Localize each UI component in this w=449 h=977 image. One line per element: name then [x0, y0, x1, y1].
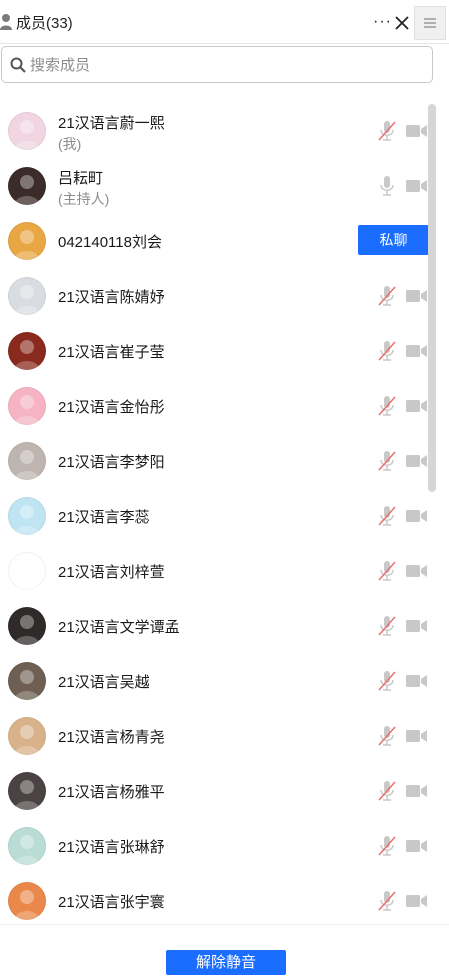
member-name: 21汉语言张琳舒 [58, 839, 165, 856]
mic-muted-icon [377, 560, 397, 582]
camera-icon [405, 618, 429, 634]
mic-muted-icon [377, 395, 397, 417]
avatar [8, 332, 46, 370]
camera-icon [405, 178, 429, 194]
mic-muted-icon [377, 835, 397, 857]
mic-muted-icon [377, 450, 397, 472]
member-name: 21汉语言陈婧妤 [58, 289, 165, 306]
menu-icon [424, 18, 436, 28]
member-name: 21汉语言杨青尧 [58, 729, 165, 746]
camera-icon [405, 508, 429, 524]
member-name: 21汉语言杨雅平 [58, 784, 165, 801]
avatar [8, 497, 46, 535]
avatar [8, 222, 46, 260]
scrollbar[interactable] [428, 104, 436, 492]
camera-icon [405, 728, 429, 744]
camera-icon [405, 673, 429, 689]
member-name: 21汉语言李梦阳 [58, 454, 165, 471]
member-row[interactable]: 吕耘町 (主持人) [0, 159, 430, 214]
camera-icon [405, 563, 429, 579]
avatar [8, 827, 46, 865]
avatar [8, 772, 46, 810]
camera-icon [405, 893, 429, 909]
member-row[interactable]: 21汉语言杨雅平 [0, 764, 430, 819]
member-role: (我) [58, 136, 82, 152]
mic-muted-icon [377, 615, 397, 637]
camera-icon [405, 398, 429, 414]
member-row[interactable]: 21汉语言吴越 [0, 654, 430, 709]
avatar [8, 112, 46, 150]
avatar [8, 662, 46, 700]
camera-icon [405, 123, 429, 139]
footer-bar: 解除静音 [0, 924, 449, 977]
camera-icon [405, 838, 429, 854]
member-row[interactable]: 042140118刘会 私聊 [0, 214, 430, 269]
member-name: 21汉语言崔子莹 [58, 344, 165, 361]
member-row[interactable]: 21汉语言张宇寰 [0, 874, 430, 924]
camera-icon [405, 453, 429, 469]
member-name: 21汉语言吴越 [58, 674, 150, 691]
member-name: 21汉语言刘梓萱 [58, 564, 165, 581]
member-row[interactable]: 21汉语言李梦阳 [0, 434, 430, 489]
title-bar: 成员(33) ··· [0, 0, 449, 44]
mic-muted-icon [377, 505, 397, 527]
member-list[interactable]: 21汉语言蔚一熙 (我) 吕耘町 (主持人) 042140118刘会 私聊 21汉语言陈婧妤… [0, 104, 440, 924]
member-row[interactable]: 21汉语言崔子莹 [0, 324, 430, 379]
camera-icon [405, 288, 429, 304]
close-button[interactable] [394, 12, 410, 34]
members-icon [0, 13, 12, 31]
private-chat-button[interactable]: 私聊 [358, 225, 429, 255]
mic-muted-icon [377, 780, 397, 802]
mic-muted-icon [377, 340, 397, 362]
avatar [8, 167, 46, 205]
member-row[interactable]: 21汉语言蔚一熙 (我) [0, 104, 430, 159]
sidebar-toggle-button[interactable] [414, 6, 446, 40]
search-input[interactable] [30, 53, 425, 77]
member-row[interactable]: 21汉语言张琳舒 [0, 819, 430, 874]
member-name: 21汉语言张宇寰 [58, 894, 165, 911]
member-row[interactable]: 21汉语言刘梓萱 [0, 544, 430, 599]
member-name: 21汉语言李蕊 [58, 509, 150, 526]
avatar [8, 277, 46, 315]
member-name: 吕耘町 [58, 170, 104, 187]
unmute-button[interactable]: 解除静音 [166, 950, 286, 975]
mic-muted-icon [377, 725, 397, 747]
member-row[interactable]: 21汉语言陈婧妤 [0, 269, 430, 324]
member-role: (主持人) [58, 191, 110, 207]
member-row[interactable]: 21汉语言文学谭孟 [0, 599, 430, 654]
member-name: 21汉语言蔚一熙 [58, 115, 165, 132]
avatar [8, 882, 46, 920]
mic-icon [377, 175, 397, 197]
search-box[interactable] [1, 46, 433, 83]
search-icon [10, 57, 26, 73]
camera-icon [405, 783, 429, 799]
avatar [8, 442, 46, 480]
member-name: 21汉语言文学谭孟 [58, 619, 180, 636]
member-name: 042140118刘会 [58, 234, 162, 251]
mic-muted-icon [377, 670, 397, 692]
member-row[interactable]: 21汉语言李蕊 [0, 489, 430, 544]
member-name: 21汉语言金怡彤 [58, 399, 165, 416]
camera-icon [405, 343, 429, 359]
avatar [8, 387, 46, 425]
panel-title: 成员(33) [16, 15, 73, 32]
more-options-button[interactable]: ··· [373, 10, 393, 34]
avatar [8, 552, 46, 590]
member-row[interactable]: 21汉语言杨青尧 [0, 709, 430, 764]
member-row[interactable]: 21汉语言金怡彤 [0, 379, 430, 434]
mic-muted-icon [377, 890, 397, 912]
mic-muted-icon [377, 285, 397, 307]
avatar [8, 607, 46, 645]
avatar [8, 717, 46, 755]
mic-muted-icon [377, 120, 397, 142]
